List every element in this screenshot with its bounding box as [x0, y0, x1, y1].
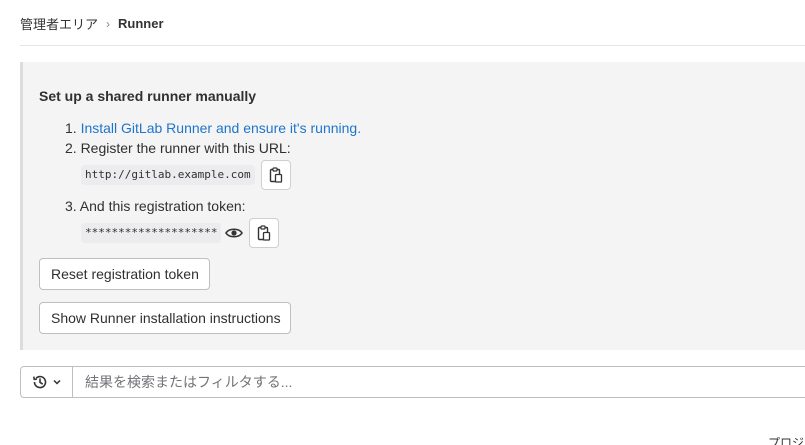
clipped-column-header: プロジ: [768, 436, 805, 445]
show-installation-instructions-button[interactable]: Show Runner installation instructions: [39, 302, 291, 334]
url-row: http://gitlab.example.com: [81, 160, 361, 190]
clipboard-icon: [258, 225, 271, 241]
step-3: 3. And this registration token:: [65, 198, 246, 214]
recent-searches-button[interactable]: [21, 367, 73, 397]
step-2: 2. Register the runner with this URL:: [65, 140, 291, 156]
copy-token-button[interactable]: [249, 218, 280, 248]
breadcrumb: 管理者エリア › Runner: [20, 14, 164, 33]
breadcrumb-current: Runner: [118, 16, 164, 31]
search-input[interactable]: [73, 367, 805, 397]
step-1: 1. Install GitLab Runner and ensure it's…: [65, 118, 361, 138]
page: 管理者エリア › Runner Set up a shared runner m…: [0, 0, 805, 445]
registration-token: ********************: [81, 223, 222, 243]
search-filter-bar: [20, 366, 805, 398]
chevron-right-icon: ›: [106, 16, 111, 31]
shared-runner-panel: Set up a shared runner manually 1. Insta…: [20, 62, 805, 350]
copy-url-button[interactable]: [260, 160, 291, 190]
reset-registration-token-button[interactable]: Reset registration token: [39, 258, 210, 290]
chevron-down-icon: [52, 379, 61, 385]
eye-icon[interactable]: [225, 224, 244, 242]
install-runner-link[interactable]: Install GitLab Runner and ensure it's ru…: [81, 120, 362, 136]
clipboard-icon: [269, 167, 282, 183]
panel-title: Set up a shared runner manually: [39, 88, 257, 104]
runner-url: http://gitlab.example.com: [81, 165, 255, 185]
history-icon: [32, 375, 46, 389]
breadcrumb-admin-area[interactable]: 管理者エリア: [20, 14, 98, 33]
header-divider: [20, 45, 805, 46]
step-1-prefix: 1.: [65, 120, 81, 136]
token-row: ********************: [81, 218, 361, 248]
setup-steps: 1. Install GitLab Runner and ensure it's…: [65, 118, 361, 248]
